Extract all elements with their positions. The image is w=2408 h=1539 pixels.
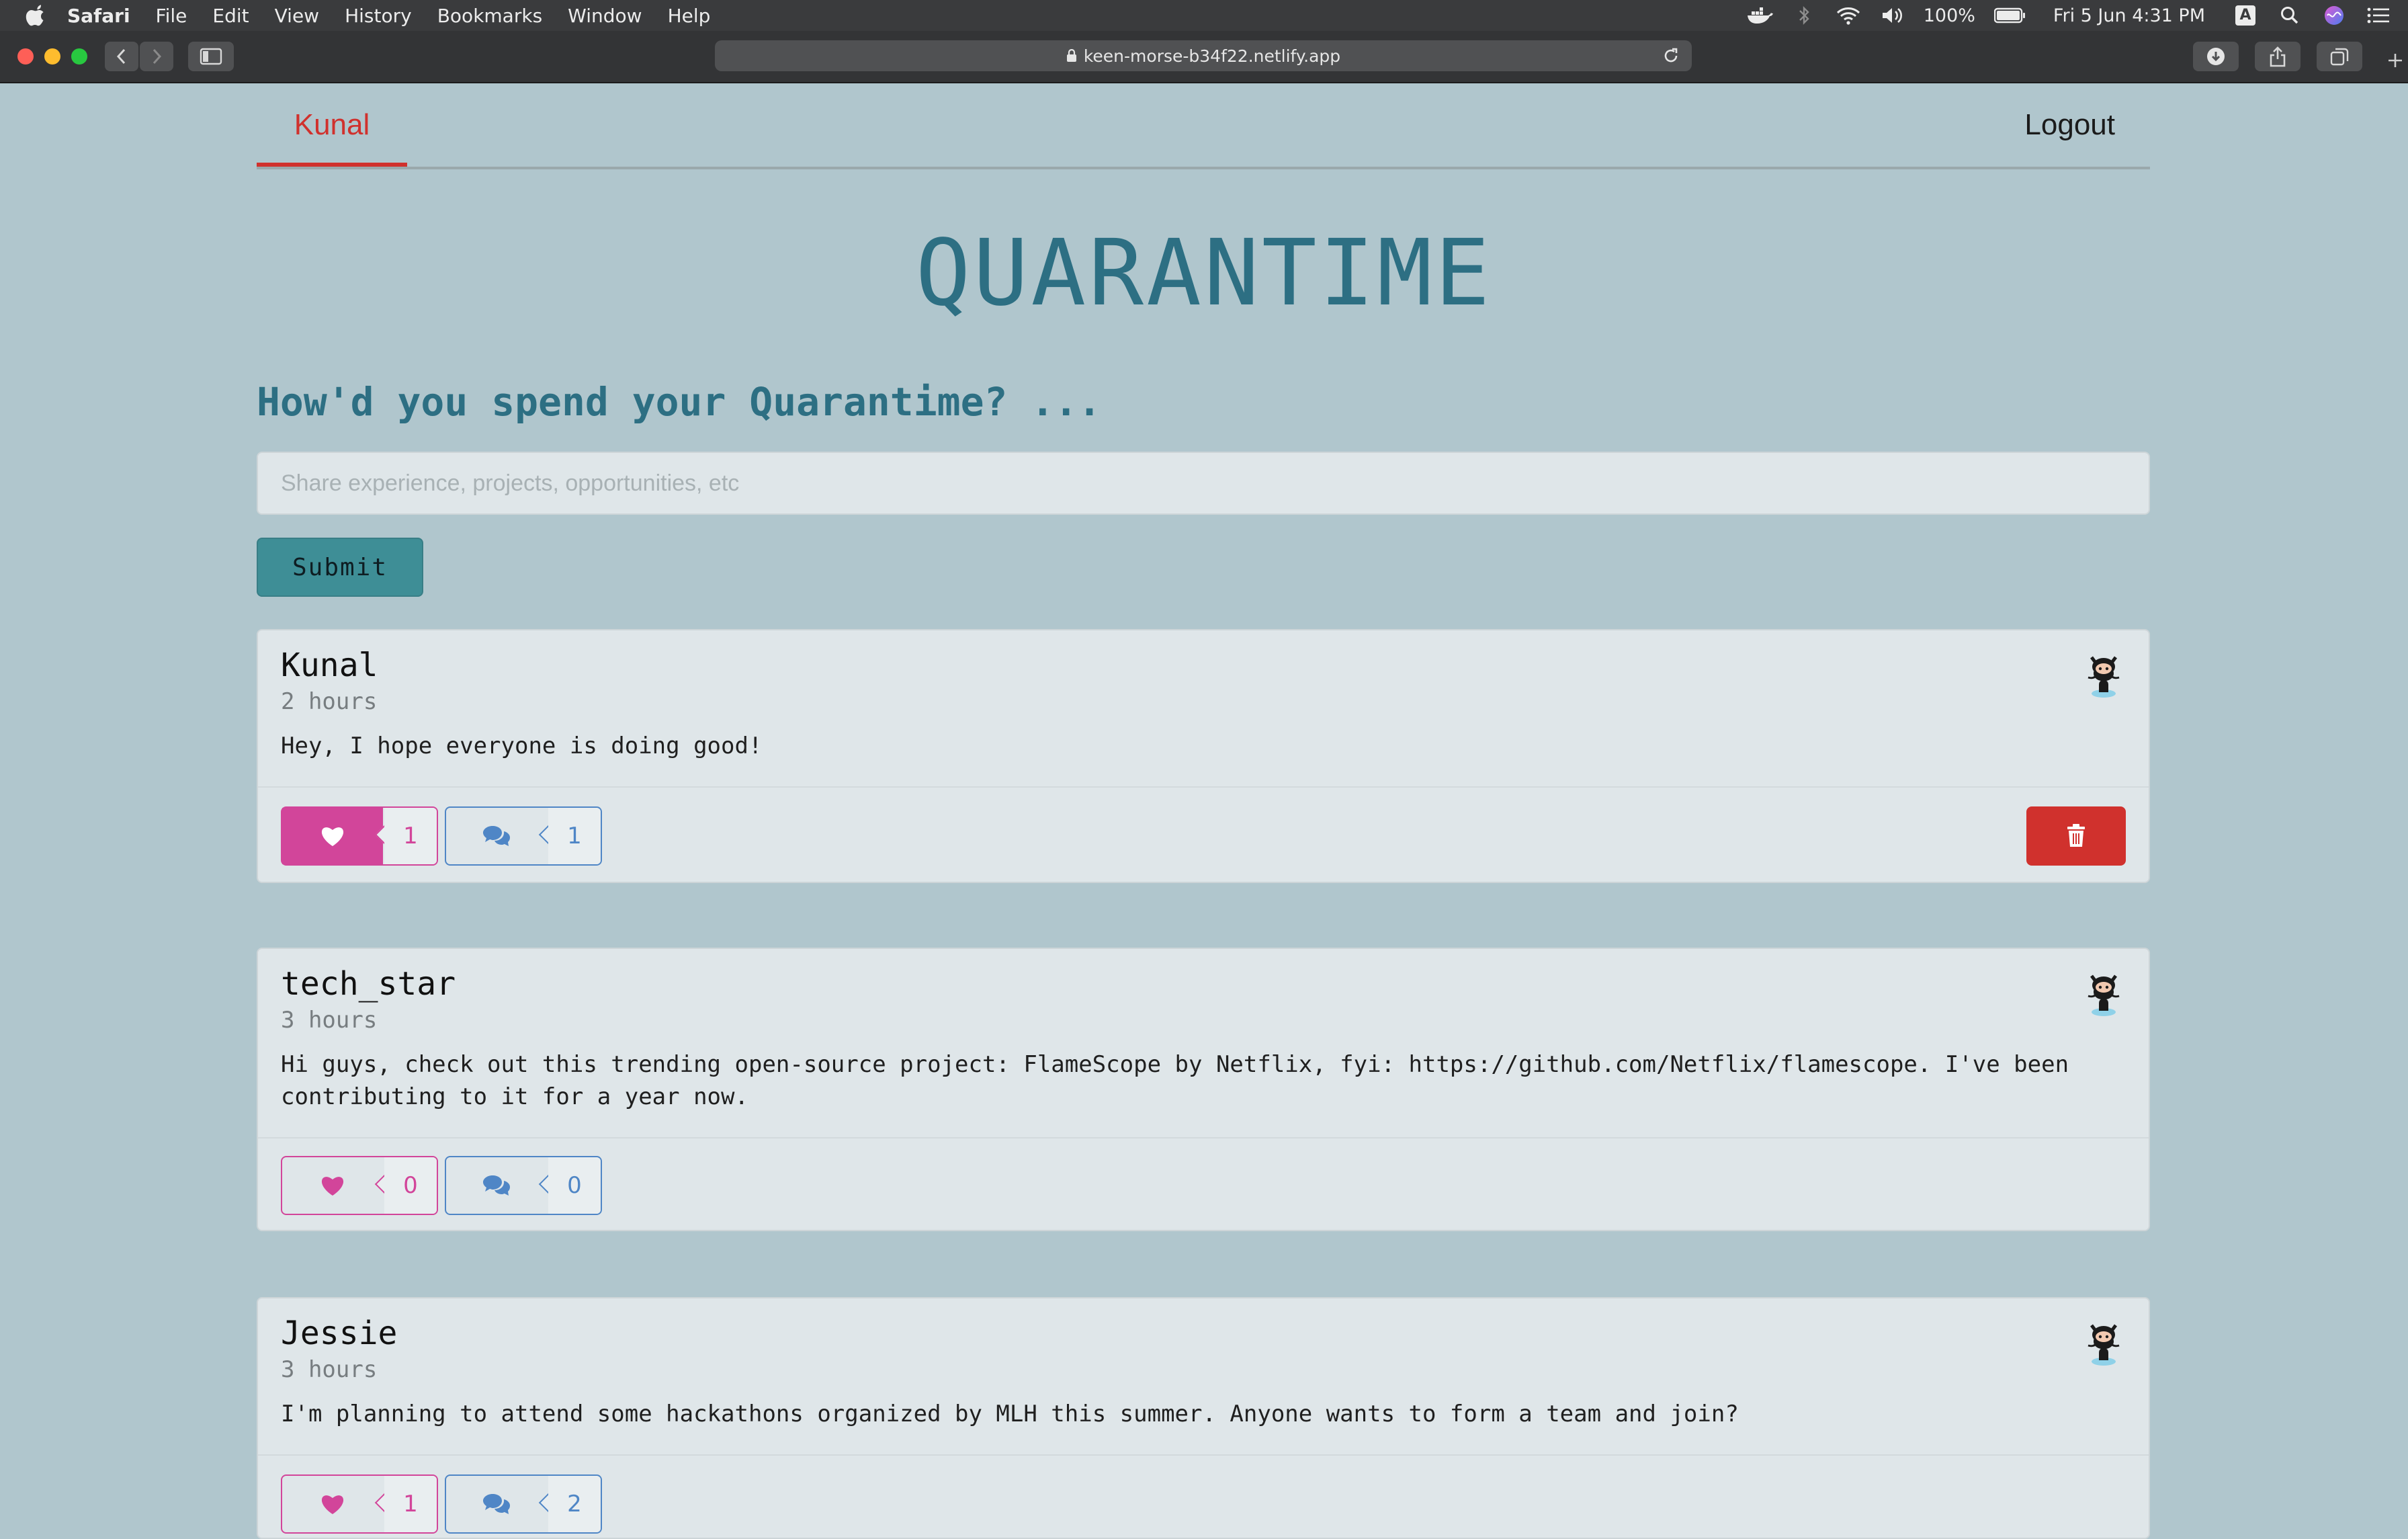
nav-user-link[interactable]: Kunal	[257, 83, 407, 167]
heart-icon	[321, 827, 344, 846]
page-content: Kunal Logout QUARANTIME How'd you spend …	[0, 83, 2408, 1539]
comment-button[interactable]: 1	[445, 806, 602, 866]
like-button[interactable]: 1	[281, 806, 438, 866]
post-text: Hey, I hope everyone is doing good!	[281, 733, 763, 759]
post-card: Jessie 3 hours I'm planning to attend so…	[257, 1297, 2150, 1539]
tab-overview-button[interactable]	[2317, 42, 2362, 71]
downloads-button[interactable]	[2193, 42, 2239, 71]
reload-icon[interactable]	[1662, 47, 1680, 65]
post-text: Hi guys, check out this trending open-so…	[281, 1051, 2069, 1110]
post-time: 3 hours	[281, 1007, 378, 1034]
post-author[interactable]: Kunal	[281, 647, 378, 684]
window-close-button[interactable]	[17, 48, 34, 65]
comment-button[interactable]: 2	[445, 1474, 602, 1534]
comment-count: 2	[548, 1476, 601, 1532]
post-author[interactable]: tech_star	[281, 965, 456, 1003]
battery-percentage: 100%	[1923, 5, 1975, 26]
post-actions: 1 1	[258, 786, 2149, 882]
comment-button-icon-area	[446, 808, 547, 864]
comments-icon	[483, 1175, 510, 1196]
macos-menu-bar: Safari File Edit View History Bookmarks …	[0, 0, 2408, 31]
octocat-avatar-icon	[2088, 974, 2120, 1016]
page-title: QUARANTIME	[915, 220, 1493, 327]
comment-button[interactable]: 0	[445, 1156, 602, 1215]
input-source-letter: A	[2235, 5, 2255, 26]
download-icon	[2207, 48, 2225, 65]
menu-view[interactable]: View	[275, 5, 319, 27]
wifi-icon[interactable]	[1835, 5, 1862, 26]
like-count: 1	[384, 808, 437, 864]
like-button-icon-area	[282, 808, 383, 864]
like-count: 0	[384, 1157, 437, 1214]
post-actions: 1 2	[258, 1454, 2149, 1538]
share-button[interactable]	[2255, 42, 2300, 71]
address-url: keen-morse-b34f22.netlify.app	[1083, 46, 1341, 66]
docker-icon[interactable]	[1746, 5, 1773, 26]
comments-icon	[483, 1494, 510, 1514]
window-zoom-button[interactable]	[71, 48, 87, 65]
comments-icon	[483, 826, 510, 846]
delete-post-button[interactable]	[2026, 806, 2126, 866]
like-count: 1	[384, 1476, 437, 1532]
sidebar-icon	[200, 48, 222, 65]
menu-file[interactable]: File	[156, 5, 187, 27]
post-time: 2 hours	[281, 688, 378, 715]
post-text: I'm planning to attend some hackathons o…	[281, 1401, 1739, 1427]
menu-edit[interactable]: Edit	[212, 5, 249, 27]
forward-button[interactable]	[140, 42, 173, 71]
menu-app-safari[interactable]: Safari	[67, 5, 130, 27]
new-tab-button[interactable]	[2382, 50, 2408, 81]
octocat-avatar-icon	[2088, 1324, 2120, 1366]
comment-count: 1	[548, 808, 601, 864]
chevron-right-icon	[153, 48, 162, 65]
menu-history[interactable]: History	[345, 5, 412, 27]
plus-icon	[2389, 54, 2402, 67]
new-post-input[interactable]	[257, 452, 2150, 515]
trash-icon	[2067, 824, 2085, 847]
input-source-icon[interactable]: A	[2232, 5, 2259, 26]
bluetooth-icon[interactable]	[1791, 5, 1817, 26]
spotlight-search-icon[interactable]	[2276, 5, 2303, 26]
heart-icon	[321, 1177, 344, 1196]
post-card: tech_star 3 hours Hi guys, check out thi…	[257, 948, 2150, 1231]
siri-icon[interactable]	[2321, 5, 2348, 26]
browser-toolbar: keen-morse-b34f22.netlify.app	[0, 31, 2408, 83]
notification-center-icon[interactable]	[2365, 5, 2392, 26]
post-actions: 0 0	[258, 1137, 2149, 1230]
apple-logo-icon[interactable]	[26, 4, 47, 27]
chevron-left-icon	[116, 48, 126, 65]
status-area: 100% Fri 5 Jun 4:31 PM A	[1746, 0, 2408, 31]
window-minimize-button[interactable]	[44, 48, 60, 65]
octocat-avatar-icon	[2088, 656, 2120, 698]
menu-bookmarks[interactable]: Bookmarks	[437, 5, 542, 27]
menu-window[interactable]: Window	[568, 5, 642, 27]
comment-count: 0	[548, 1157, 601, 1214]
back-button[interactable]	[105, 42, 138, 71]
post-time: 3 hours	[281, 1356, 378, 1383]
top-navigation: Kunal Logout	[257, 83, 2150, 169]
comment-button-icon-area	[446, 1157, 547, 1214]
address-bar[interactable]: keen-morse-b34f22.netlify.app	[715, 40, 1692, 71]
volume-icon[interactable]	[1879, 5, 1906, 26]
menu-help[interactable]: Help	[668, 5, 711, 27]
share-icon	[2270, 46, 2286, 67]
like-button-icon-area	[282, 1157, 383, 1214]
menu-clock[interactable]: Fri 5 Jun 4:31 PM	[2053, 5, 2205, 26]
post-card: Kunal 2 hours Hey, I hope everyone is do…	[257, 629, 2150, 883]
like-button[interactable]: 0	[281, 1156, 438, 1215]
sidebar-toggle-button[interactable]	[188, 42, 234, 71]
post-author[interactable]: Jessie	[281, 1315, 397, 1352]
page-subtitle: How'd you spend your Quarantime? ...	[257, 379, 1102, 425]
lock-icon	[1066, 49, 1076, 62]
comment-button-icon-area	[446, 1476, 547, 1532]
battery-icon[interactable]	[1993, 5, 2026, 26]
heart-icon	[321, 1495, 344, 1514]
submit-button[interactable]: Submit	[257, 538, 423, 597]
tabs-icon	[2330, 48, 2349, 66]
like-button[interactable]: 1	[281, 1474, 438, 1534]
logout-link[interactable]: Logout	[2024, 83, 2115, 167]
like-button-icon-area	[282, 1476, 383, 1532]
